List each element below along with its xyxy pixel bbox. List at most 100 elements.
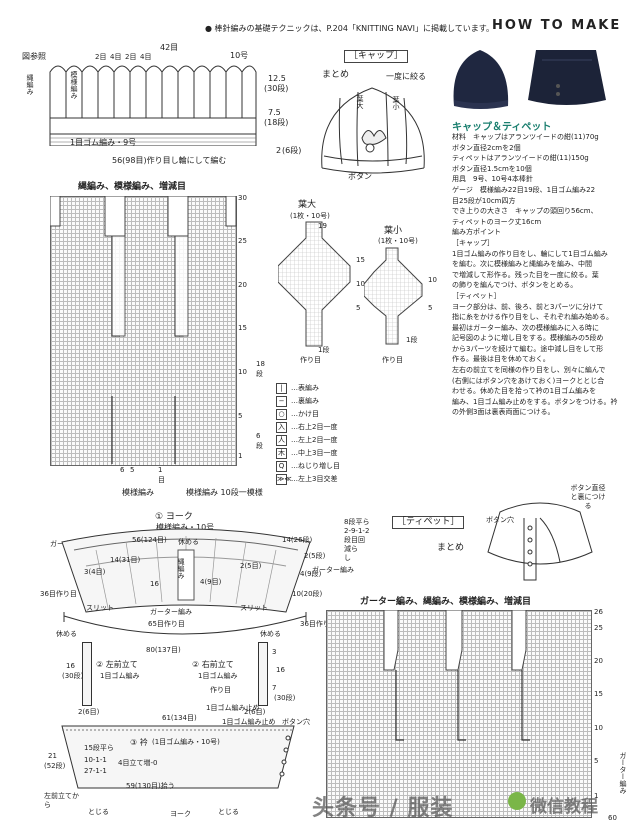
cap-chart-cables: [50, 196, 237, 464]
collar-note: 4目立て増-0: [118, 759, 158, 767]
collar-bottom-join-right: とじる: [218, 808, 239, 816]
band-right: [258, 642, 268, 706]
tippet-summary-label: まとめ: [437, 543, 465, 553]
leaf-small-sub: (1枚・10号): [378, 237, 418, 245]
legend-row: 木 …中上3目一度: [276, 448, 340, 459]
cap-h1b: (30段): [264, 84, 289, 93]
instructions-body: 材料 キャップはアランツイードの紺(11)70g ボタン直径2cmを2個 ティペット…: [452, 133, 622, 419]
collar-hb: (52段): [44, 762, 66, 770]
cap-row-20: 20: [238, 281, 247, 289]
cap-bottom-1: 1: [158, 466, 163, 474]
legend-row: | …表編み: [276, 383, 340, 394]
section-title: HOW TO MAKE: [492, 18, 622, 33]
band-right-sub: 1目ゴム編み: [198, 672, 238, 680]
band-stop: 1目ゴム編み止め: [206, 704, 260, 712]
legend-row: Q …ねじり増し目: [276, 461, 340, 472]
yoke-2: 2(5段): [304, 552, 326, 560]
instruction-line: 1目ゴム編みの作り目をし、輪にして1目ゴム編み: [452, 249, 608, 258]
footer-badge: 微信教程: [530, 797, 598, 817]
tippet-row-25: 25: [594, 624, 603, 632]
tippet-chart-right-note: ガーター編み: [619, 752, 627, 794]
legend-symbol-icon: −: [276, 396, 287, 407]
rest-right: 休める: [260, 630, 281, 638]
yoke-4: 4(9段): [300, 570, 322, 578]
legend-row: ○ …かけ目: [276, 409, 340, 420]
band-right-hb: (30段): [274, 694, 296, 702]
instruction-line: 編み、1目ゴム編み止めをする。ボタンをつける。衿: [452, 397, 618, 406]
rib-label: 1目ゴム編み・9号: [70, 138, 137, 147]
instruction-line: 目25段が10cm四方: [452, 196, 516, 205]
band-made: 作り目: [210, 686, 231, 694]
rest-left: 休める: [56, 630, 77, 638]
rib-hb: (6段): [282, 146, 302, 155]
collar-bottom-left: 左前立てから: [44, 792, 79, 809]
cap-sketch: [321, 87, 425, 174]
instruction-line: 材料 キャップはアランツイードの紺(11)70g: [452, 133, 599, 141]
instruction-line: (右側にはボタン穴をあけておく)ヨークととじ合: [452, 376, 605, 385]
legend-row: − …裏編み: [276, 396, 340, 407]
collar-top: 61(134目): [162, 714, 197, 722]
instruction-line: でき上りの大きさ キャップの頭回り56cm、: [452, 207, 598, 216]
collar-title: ③ 衿: [130, 738, 148, 747]
instruction-line: ［ティペット］: [452, 291, 501, 300]
leaf-small-foot: 作り目: [382, 356, 403, 364]
cap-mark-dan1: 段: [256, 370, 263, 378]
cap-bottom-6: 6: [120, 466, 125, 474]
leaf-large-tag: 葉大: [356, 95, 364, 109]
instructions-title: キャップ＆ティペット: [452, 122, 552, 133]
instruction-line: ヨーク部分は、前、後ろ、前と3パーツに分けて: [452, 302, 604, 311]
yoke-10: 10(20段): [292, 590, 323, 598]
band-right-h1: 3: [272, 648, 277, 656]
leaf-small-title: 葉小: [384, 226, 403, 236]
leaf-small-row-1: 1段: [406, 336, 418, 344]
instruction-line: ボタン直径2cmを2個: [452, 143, 521, 152]
tippet-row-20: 20: [594, 657, 603, 665]
collar-inc-2: 10-1-1: [84, 756, 107, 764]
rib-h: 2: [276, 146, 282, 155]
leaf-large-row-19: 19: [318, 222, 327, 230]
legend-label: …中上3目一度: [291, 449, 338, 457]
cap-width-42: 42目: [160, 43, 179, 52]
wechat-icon: [508, 792, 526, 810]
instruction-line: の外側3面は裏表両面につける。: [452, 408, 555, 417]
tippet-row-5: 5: [594, 757, 599, 765]
yoke-inner-2: 2(5目): [240, 562, 262, 570]
legend-symbol-icon: ≫≪: [276, 474, 292, 485]
cap-h2: 7.5: [268, 108, 281, 117]
product-photos: [446, 42, 616, 112]
leaf-small-tag: 葉小: [392, 96, 400, 110]
legend-label: …ねじり増し目: [291, 462, 340, 470]
yoke-inner-16: 16: [150, 580, 159, 588]
instruction-line: から3パーツを続けて編む。途中減し目をして形: [452, 344, 604, 353]
cap-chart-caption-b: 模様編み 10段一模様: [186, 488, 263, 497]
legend-label: …右上2目一度: [291, 423, 338, 431]
instruction-line: 左右の前立てを同様の作り目をし、別々に編んで: [452, 366, 606, 375]
instruction-line: わせる。休めた目を拾って衿の1目ゴム編みを: [452, 387, 597, 396]
yoke-inner-4: 4(9目): [200, 578, 222, 586]
legend-symbol-icon: 人: [276, 435, 287, 446]
cap-bottom-me: 目: [158, 476, 165, 484]
yoke-inner-3: 3(4目): [84, 568, 106, 576]
tippet-chart-shapes: [383, 610, 530, 741]
leaf-large-chart: [278, 221, 351, 347]
cap-mark-dan2: 段: [256, 442, 263, 450]
tippet-row-15: 15: [594, 690, 603, 698]
leaf-large-foot: 作り目: [300, 356, 321, 364]
leaf-small-row-10: 10: [428, 276, 437, 284]
instruction-line: の飾りを編んでつけ、ボタンをとめる。: [452, 281, 578, 290]
footer-watermark: 头条号 / 服装: [312, 796, 454, 821]
collar-h: 21: [48, 752, 57, 760]
tippet-row-10: 10: [594, 724, 603, 732]
leaf-large-row-1: 1段: [318, 346, 330, 354]
band-right-title: ② 右前立て: [192, 660, 234, 669]
cap-row-30: 30: [238, 194, 247, 202]
instruction-line: 指に糸をかける作り目をし、それぞれ編み始める。: [452, 313, 613, 322]
cap-crown-outline: [49, 65, 257, 146]
symbol-legend: | …表編み − …裏編み ○ …かけ目入 …右上2目一度人 …左上2目一度木 …中上3目一度 Q…: [276, 383, 340, 487]
collar-sub: (1目ゴム編み・10号): [152, 738, 220, 746]
collar-inc-3: 27-1-1: [84, 767, 107, 775]
yoke-total: 80(137目): [146, 646, 181, 654]
instruction-line: 作る。最後は目を休めておく。: [452, 355, 550, 364]
instruction-line: ゲージ 模様編み22目19段、1目ゴム編み22: [452, 185, 596, 194]
legend-symbol-icon: |: [276, 383, 287, 394]
